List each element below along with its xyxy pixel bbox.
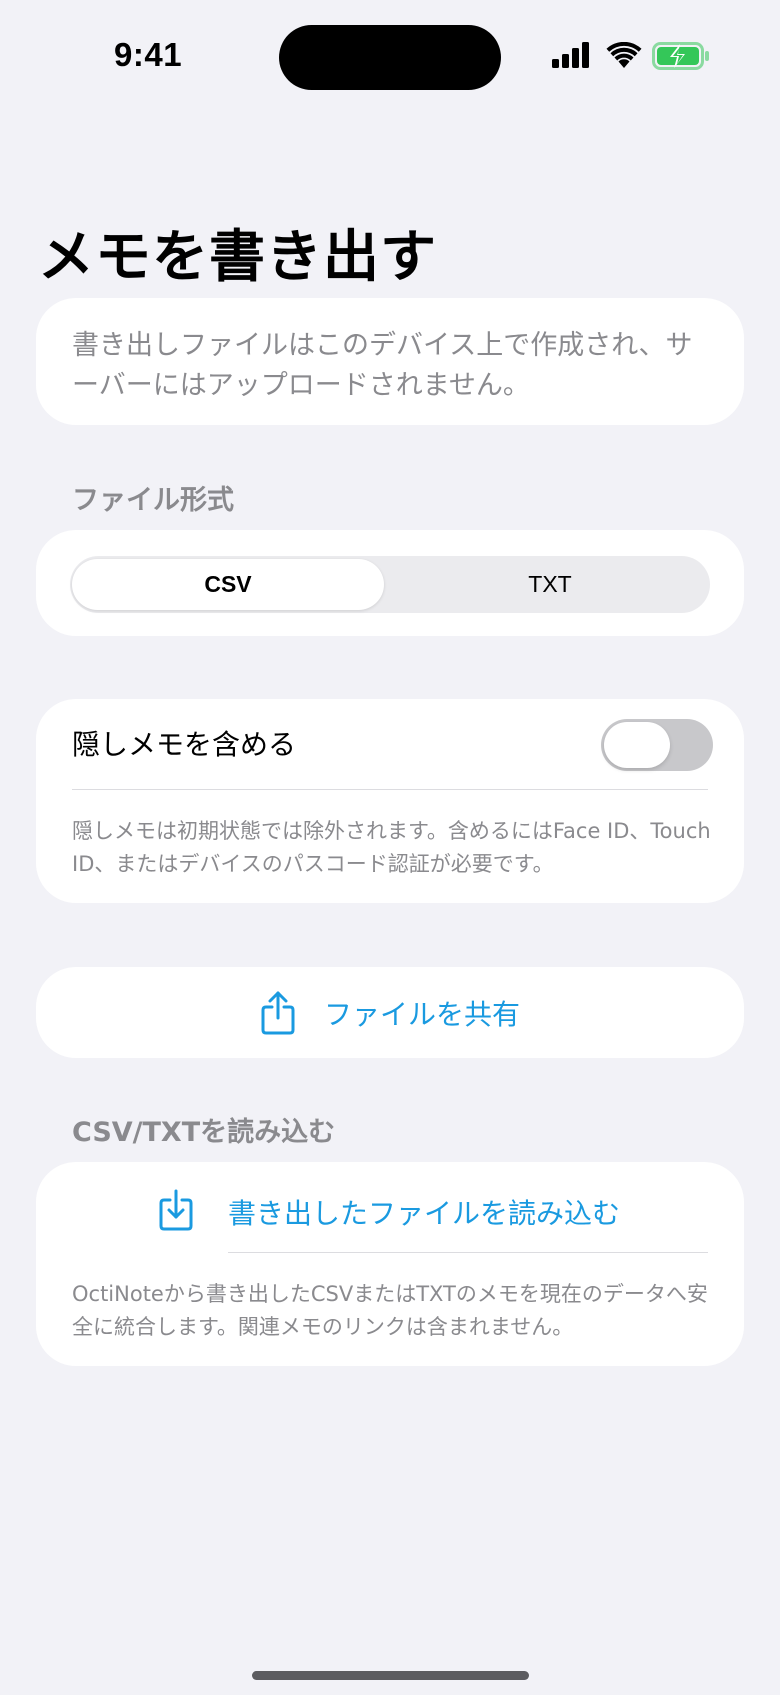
segment-txt[interactable]: TXT <box>390 556 710 613</box>
segment-csv[interactable]: CSV <box>72 559 384 610</box>
share-file-button[interactable]: ファイルを共有 <box>36 967 744 1058</box>
export-info-card: 書き出しファイルはこのデバイス上で作成され、サーバーにはアップロードされません。 <box>36 298 744 425</box>
hidden-memos-card: 隠しメモを含める 隠しメモは初期状態では除外されます。含めるにはFace ID、… <box>36 699 744 903</box>
share-icon <box>261 991 295 1034</box>
status-time: 9:41 <box>114 36 183 73</box>
file-format-section-label: ファイル形式 <box>72 485 234 516</box>
divider <box>72 789 708 790</box>
include-hidden-label: 隠しメモを含める <box>72 728 297 761</box>
page-title: メモを書き出す <box>38 225 437 290</box>
import-file-button[interactable]: 書き出したファイルを読み込む <box>228 1192 620 1232</box>
share-file-label: ファイルを共有 <box>323 997 520 1031</box>
import-card: 書き出したファイルを読み込む OctiNoteから書き出したCSVまたはTXTの… <box>36 1162 744 1366</box>
battery-charging-icon <box>652 42 709 70</box>
import-section-label: CSV/TXTを読み込む <box>72 1117 336 1148</box>
cellular-signal-icon <box>552 42 589 68</box>
import-note: OctiNoteから書き出したCSVまたはTXTのメモを現在のデータへ安全に統合… <box>72 1282 708 1339</box>
dynamic-island <box>279 25 501 90</box>
include-hidden-toggle[interactable] <box>601 719 713 771</box>
wifi-icon <box>606 42 642 68</box>
import-icon <box>159 1189 193 1231</box>
file-format-card: CSV TXT <box>36 530 744 636</box>
share-file-content: ファイルを共有 <box>260 990 520 1036</box>
home-indicator <box>252 1671 529 1680</box>
toggle-knob <box>604 722 670 768</box>
file-format-segmented-control: CSV TXT <box>70 556 710 613</box>
export-info-text: 書き出しファイルはこのデバイス上で作成され、サーバーにはアップロードされません。 <box>72 330 693 401</box>
export-memos-screen: 9:41 メモを書き出す 書き出しファイルはこのデバイス上で作成され、サーバーに… <box>0 0 780 1695</box>
hidden-memos-note: 隠しメモは初期状態では除外されます。含めるにはFace ID、Touch ID、… <box>72 819 711 876</box>
divider <box>228 1252 708 1253</box>
